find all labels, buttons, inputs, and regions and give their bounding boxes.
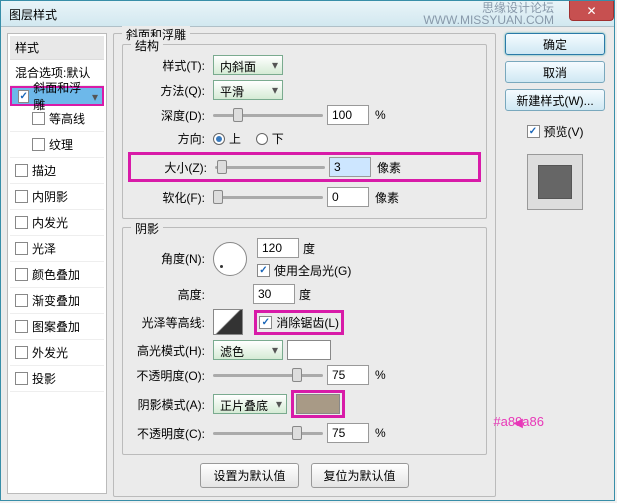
reset-default-button[interactable]: 复位为默认值 [311,463,409,488]
dir-down-radio[interactable] [256,133,268,145]
depth-input[interactable]: 100 [327,105,369,125]
cancel-button[interactable]: 取消 [505,61,605,83]
sidebar-item-dropshadow[interactable]: 投影 [10,366,104,392]
style-sidebar: 样式 混合选项:默认 斜面和浮雕 等高线 纹理 描边 内阴影 内发光 光泽 颜色… [7,33,107,494]
highlight-mode-select[interactable]: 滤色 [213,340,283,360]
preview-swatch [527,154,583,210]
set-default-button[interactable]: 设置为默认值 [200,463,298,488]
global-light-checkbox[interactable] [257,264,270,277]
new-style-button[interactable]: 新建样式(W)... [505,89,605,111]
highlight-opacity-slider[interactable] [213,368,323,382]
checkbox-icon[interactable] [15,216,28,229]
size-input[interactable]: 3 [329,157,371,177]
sidebar-item-satin[interactable]: 光泽 [10,236,104,262]
sidebar-item-patoverlay[interactable]: 图案叠加 [10,314,104,340]
highlight-opacity-input[interactable]: 75 [327,365,369,385]
shadow-mode-select[interactable]: 正片叠底 [213,394,287,414]
aa-highlight: 消除锯齿(L) [254,310,344,335]
sidebar-item-texture[interactable]: 纹理 [10,132,104,158]
watermark: 思缘设计论坛WWW.MISSYUAN.COM [423,3,554,27]
angle-input[interactable]: 120 [257,238,299,258]
sidebar-item-innerglow[interactable]: 内发光 [10,210,104,236]
style-select[interactable]: 内斜面 [213,55,283,75]
shadow-opacity-input[interactable]: 75 [327,423,369,443]
antialias-checkbox[interactable] [259,316,272,329]
sidebar-item-stroke[interactable]: 描边 [10,158,104,184]
highlight-color[interactable] [287,340,331,360]
soften-input[interactable]: 0 [327,187,369,207]
sidebar-item-bevel[interactable]: 斜面和浮雕 [10,86,104,106]
checkbox-icon[interactable] [15,320,28,333]
soften-slider[interactable] [213,190,323,204]
sidebar-item-coloroverlay[interactable]: 颜色叠加 [10,262,104,288]
size-slider[interactable] [215,160,325,174]
shading-subgroup: 阴影 角度(N): 120度 使用全局光(G) 高度:30度 光泽等高线: 消除… [122,227,487,455]
gloss-contour[interactable] [213,309,243,335]
shadow-opacity-slider[interactable] [213,426,323,440]
shadow-color[interactable] [296,394,340,414]
checkbox-icon[interactable] [32,138,45,151]
checkbox-icon[interactable] [15,372,28,385]
sidebar-item-gradoverlay[interactable]: 渐变叠加 [10,288,104,314]
main-panel: 斜面和浮雕 结构 样式(T):内斜面 方法(Q):平滑 深度(D):100% 方… [113,33,496,494]
checkbox-icon[interactable] [15,294,28,307]
angle-wheel[interactable] [213,242,247,276]
close-button[interactable]: ✕ [569,1,614,21]
bevel-group: 斜面和浮雕 结构 样式(T):内斜面 方法(Q):平滑 深度(D):100% 方… [113,33,496,497]
size-row-highlight: 大小(Z):3像素 [128,152,481,182]
checkbox-icon[interactable] [15,268,28,281]
sidebar-item-innershadow[interactable]: 内阴影 [10,184,104,210]
method-select[interactable]: 平滑 [213,80,283,100]
checkbox-icon[interactable] [15,346,28,359]
ok-button[interactable]: 确定 [505,33,605,55]
depth-slider[interactable] [213,108,323,122]
window-title: 图层样式 [9,8,57,22]
dir-up-radio[interactable] [213,133,225,145]
checkbox-icon[interactable] [32,112,45,125]
checkbox-icon[interactable] [15,242,28,255]
sidebar-header: 样式 [10,36,104,60]
altitude-input[interactable]: 30 [253,284,295,304]
sidebar-item-outerglow[interactable]: 外发光 [10,340,104,366]
checkbox-icon[interactable] [18,90,29,103]
color-annotation: #a89a86 [493,414,544,429]
preview-checkbox[interactable] [527,125,540,138]
checkbox-icon[interactable] [15,190,28,203]
checkbox-icon[interactable] [15,164,28,177]
structure-subgroup: 结构 样式(T):内斜面 方法(Q):平滑 深度(D):100% 方向:上 下 … [122,44,487,219]
titlebar: 图层样式 思缘设计论坛WWW.MISSYUAN.COM ✕ [1,1,614,27]
